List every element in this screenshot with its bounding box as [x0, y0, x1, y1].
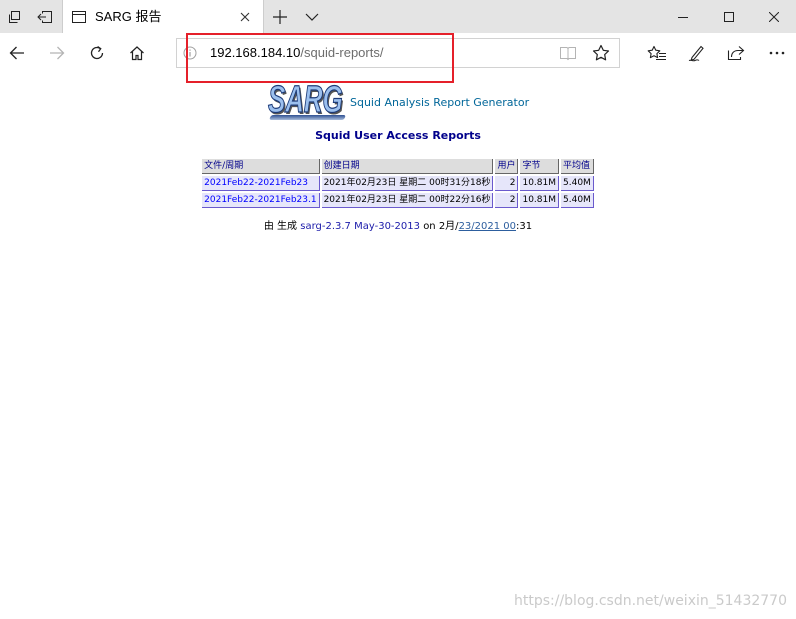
minimize-button[interactable]: [660, 0, 706, 33]
sarg-version-link[interactable]: sarg-2.3.7 May-30-2013: [300, 221, 420, 232]
table-cell-bytes: 10.81M: [520, 176, 560, 191]
more-dots-icon: [769, 51, 785, 55]
tabs-aside-icon: [7, 10, 21, 24]
table-cell-average: 5.40M: [561, 193, 594, 208]
arrow-left-icon: [9, 46, 25, 60]
back-button[interactable]: [2, 33, 32, 73]
home-button[interactable]: [122, 33, 152, 73]
forward-button[interactable]: [42, 33, 72, 73]
footer-date-link[interactable]: 23/2021 00: [459, 221, 516, 232]
add-favorite-button[interactable]: [590, 39, 612, 67]
maximize-icon: [724, 11, 734, 22]
close-icon: [240, 12, 250, 22]
book-icon: [559, 46, 577, 61]
tab-title: SARG 报告: [95, 9, 162, 24]
page-icon: [71, 10, 87, 24]
reading-view-button[interactable]: [557, 39, 579, 67]
report-table: 文件/周期 创建日期 用户 字节 平均值 2021Feb22-2021Feb23…: [200, 157, 596, 210]
header-average: 平均值: [561, 159, 594, 174]
report-link[interactable]: 2021Feb22-2021Feb23.1: [204, 195, 316, 205]
refresh-button[interactable]: [82, 33, 112, 73]
url-path: /squid-reports/: [300, 45, 384, 60]
header-created: 创建日期: [321, 159, 494, 174]
header-users: 用户: [495, 159, 519, 174]
report-link[interactable]: 2021Feb22-2021Feb23: [204, 178, 308, 188]
chevron-down-icon: [305, 13, 319, 21]
url-host: 192.168.184.10: [210, 45, 301, 60]
info-icon: [183, 46, 197, 60]
tab-active[interactable]: SARG 报告: [62, 0, 264, 33]
navigation-bar: 192.168.184.10/squid-reports/: [0, 33, 796, 73]
window-close-button[interactable]: [752, 0, 796, 33]
report-table-container: 文件/周期 创建日期 用户 字节 平均值 2021Feb22-2021Feb23…: [0, 157, 796, 210]
favorites-hub-icon: [647, 44, 667, 62]
more-button[interactable]: [762, 33, 792, 73]
star-icon: [592, 44, 610, 62]
watermark: https://blog.csdn.net/weixin_51432770: [513, 593, 787, 609]
close-icon: [769, 11, 779, 22]
minimize-icon: [678, 12, 688, 22]
footer-text-before: 由 生成: [263, 221, 298, 232]
footer-text-middle: on 2月/: [423, 221, 459, 232]
table-cell-users: 2: [495, 193, 519, 208]
new-tab-button[interactable]: [268, 0, 292, 33]
table-row: 2021Feb22-2021Feb23 2021年02月23日 星期二 00时3…: [202, 176, 594, 191]
table-cell-period: 2021Feb22-2021Feb23.1: [202, 193, 320, 208]
footer-text-after: :31: [516, 221, 533, 232]
share-button[interactable]: [721, 33, 751, 73]
logo-swoosh: [268, 115, 347, 120]
sarg-logo[interactable]: SARG: [265, 79, 347, 122]
hub-button[interactable]: [642, 33, 672, 73]
header-bytes: 字节: [520, 159, 560, 174]
table-cell-bytes: 10.81M: [520, 193, 560, 208]
tab-close-button[interactable]: [237, 9, 253, 25]
header-period: 文件/周期: [202, 159, 320, 174]
web-notes-button[interactable]: [682, 33, 712, 73]
tabs-aside-button[interactable]: [0, 0, 28, 33]
table-cell-average: 5.40M: [561, 176, 594, 191]
table-cell-created: 2021年02月23日 星期二 00时31分18秒: [321, 176, 494, 191]
plus-icon: [273, 9, 287, 24]
home-icon: [129, 45, 145, 61]
table-cell-created: 2021年02月23日 星期二 00时22分16秒: [321, 193, 494, 208]
page-title: Squid User Access Reports: [315, 129, 481, 142]
footer-info: 由 生成 sarg-2.3.7 May-30-2013 on 2月/23/202…: [0, 221, 796, 233]
arrow-right-icon: [49, 46, 65, 60]
tab-strip: SARG 报告: [0, 0, 796, 33]
pen-icon: [688, 44, 706, 62]
share-icon: [727, 45, 745, 61]
logo-text: SARG: [268, 79, 344, 121]
table-cell-period: 2021Feb22-2021Feb23: [202, 176, 320, 191]
url-text[interactable]: 192.168.184.10/squid-reports/: [210, 39, 383, 67]
table-cell-users: 2: [495, 176, 519, 191]
site-info-button[interactable]: [181, 39, 199, 67]
table-header-row: 文件/周期 创建日期 用户 字节 平均值: [202, 159, 594, 174]
table-row: 2021Feb22-2021Feb23.1 2021年02月23日 星期二 00…: [202, 193, 594, 208]
set-tabs-aside-icon: [37, 10, 53, 24]
maximize-button[interactable]: [706, 0, 752, 33]
tab-list-button[interactable]: [300, 0, 324, 33]
set-tabs-aside-button[interactable]: [30, 0, 60, 33]
refresh-icon: [89, 45, 105, 61]
generator-link[interactable]: Squid Analysis Report Generator: [350, 96, 529, 109]
address-bar[interactable]: 192.168.184.10/squid-reports/: [176, 38, 620, 68]
